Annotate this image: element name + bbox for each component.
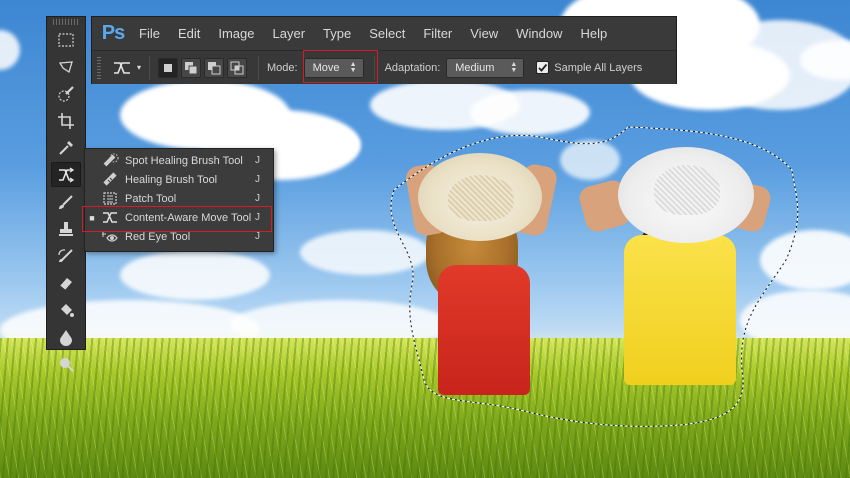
photoshop-window-chrome: Ps File Edit Image Layer Type Select Fil…: [91, 16, 677, 84]
healing-tools-flyout: Spot Healing Brush Tool J Healing Brush …: [84, 148, 274, 252]
add-to-selection-button[interactable]: [181, 57, 202, 78]
menu-file[interactable]: File: [130, 26, 169, 41]
content-aware-move-icon: [114, 61, 130, 74]
eyedropper-icon[interactable]: [51, 135, 81, 160]
lasso-icon[interactable]: [51, 54, 81, 79]
eraser-icon[interactable]: [51, 270, 81, 295]
flyout-item-shortcut: J: [255, 155, 260, 166]
menu-image[interactable]: Image: [209, 26, 263, 41]
menu-layer[interactable]: Layer: [264, 26, 315, 41]
panel-grip[interactable]: [53, 19, 79, 25]
chevron-down-icon: ▾: [137, 63, 142, 72]
tool-preset-picker[interactable]: ▾: [113, 61, 141, 75]
flyout-item-label: Healing Brush Tool: [125, 173, 218, 186]
flyout-item-spot-healing[interactable]: Spot Healing Brush Tool J: [85, 151, 273, 170]
blur-icon[interactable]: [51, 324, 81, 349]
tools-panel: [46, 16, 86, 372]
history-brush-icon[interactable]: [51, 243, 81, 268]
flyout-item-label: Patch Tool: [125, 192, 177, 205]
menu-select[interactable]: Select: [360, 26, 414, 41]
flyout-item-shortcut: J: [255, 193, 260, 204]
menu-bar: Ps File Edit Image Layer Type Select Fil…: [92, 17, 676, 50]
spot-healing-brush-icon: [99, 153, 121, 168]
paint-bucket-icon[interactable]: [51, 297, 81, 322]
new-selection-button[interactable]: [158, 57, 179, 78]
quick-selection-icon[interactable]: [51, 81, 81, 106]
menu-type[interactable]: Type: [314, 26, 360, 41]
menu-view[interactable]: View: [461, 26, 507, 41]
menu-help[interactable]: Help: [571, 26, 616, 41]
subtract-from-selection-icon: [208, 61, 221, 74]
person-red-shirt: [404, 145, 559, 395]
updown-arrows-icon: ▲ ▼: [510, 60, 518, 74]
flyout-item-shortcut: J: [255, 174, 260, 185]
flyout-item-healing-brush[interactable]: Healing Brush Tool J: [85, 170, 273, 189]
adaptation-select[interactable]: Medium ▲ ▼: [446, 57, 525, 78]
menu-filter[interactable]: Filter: [414, 26, 461, 41]
brush-icon[interactable]: [51, 189, 81, 214]
divider: [258, 55, 260, 80]
adaptation-select-value: Medium: [455, 61, 495, 74]
options-bar: ▾ Mode: Move ▲▼ Adaptation: Medium ▲▼: [92, 50, 676, 84]
flyout-item-label: Red Eye Tool: [125, 230, 191, 243]
ps-logo: Ps: [101, 22, 125, 44]
new-selection-icon: [164, 63, 173, 72]
options-bar-grip[interactable]: [97, 56, 101, 79]
mode-highlight-box: [303, 50, 378, 83]
intersect-selection-button[interactable]: [227, 57, 248, 78]
crop-icon[interactable]: [51, 108, 81, 133]
adaptation-label: Adaptation:: [384, 61, 441, 74]
add-to-selection-icon: [185, 61, 198, 74]
flyout-item-shortcut: J: [255, 231, 260, 242]
divider: [149, 55, 151, 80]
content-aware-move-icon[interactable]: [51, 162, 81, 187]
mode-label: Mode:: [267, 61, 298, 74]
rectangular-marquee-icon[interactable]: [51, 27, 81, 52]
intersect-selection-icon: [230, 61, 244, 74]
sample-all-layers-label: Sample All Layers: [554, 61, 643, 74]
flyout-item-label: Spot Healing Brush Tool: [125, 154, 243, 167]
menu-edit[interactable]: Edit: [169, 26, 209, 41]
dodge-icon[interactable]: [51, 351, 81, 376]
person-yellow-shirt: [576, 145, 774, 405]
clone-stamp-icon[interactable]: [51, 216, 81, 241]
menu-window[interactable]: Window: [507, 26, 571, 41]
subtract-from-selection-button[interactable]: [204, 57, 225, 78]
healing-brush-icon: [99, 172, 121, 187]
patch-icon: [99, 191, 121, 206]
checkmark-icon: [538, 63, 548, 72]
sample-all-layers-checkbox[interactable]: [536, 61, 550, 74]
content-aware-move-highlight-box: [82, 206, 272, 232]
